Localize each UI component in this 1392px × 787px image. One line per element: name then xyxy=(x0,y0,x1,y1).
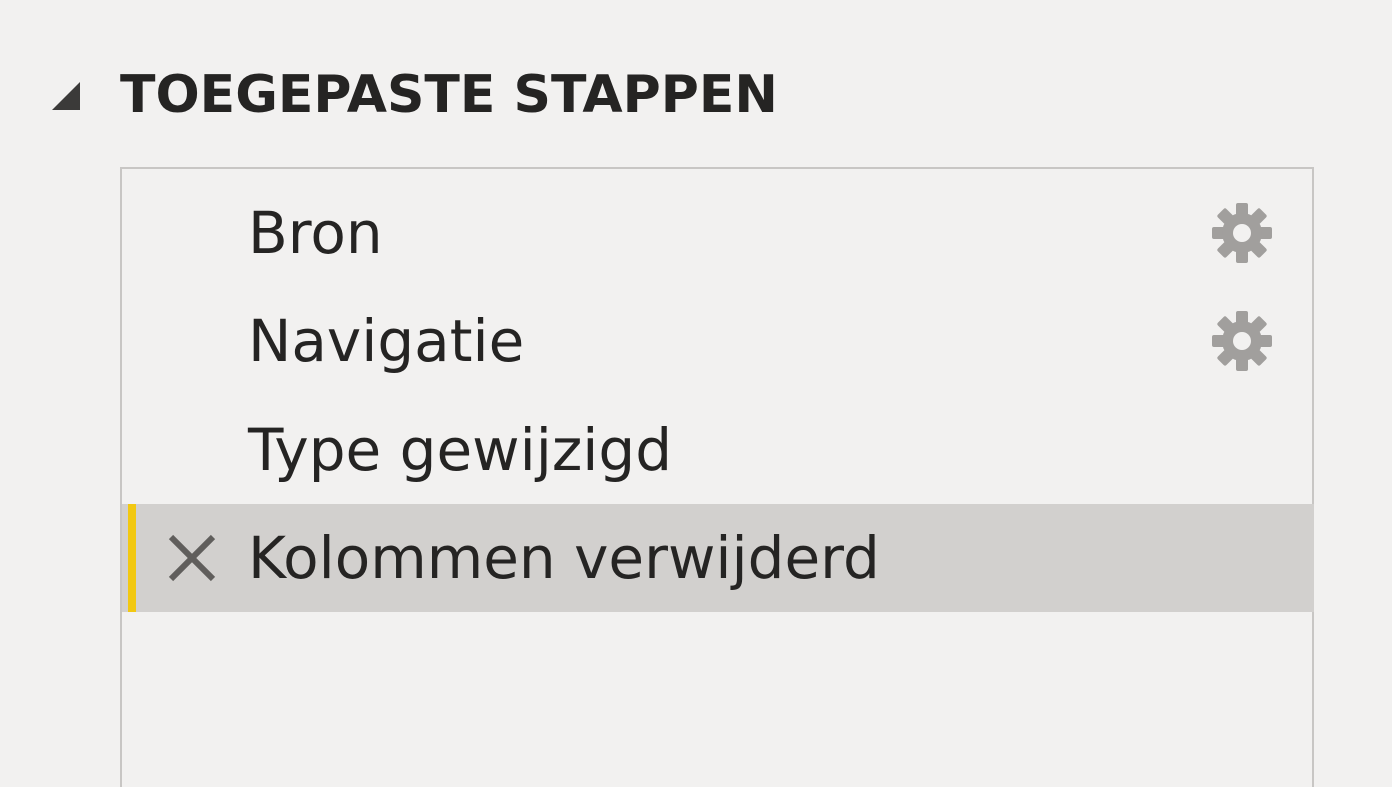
close-icon[interactable] xyxy=(162,528,222,588)
step-label: Kolommen verwijderd xyxy=(248,524,880,592)
step-item-kolommen-verwijderd[interactable]: Kolommen verwijderd xyxy=(122,504,1314,612)
step-item-navigatie[interactable]: Navigatie xyxy=(122,287,1314,395)
step-label: Bron xyxy=(248,199,383,267)
step-item-type-gewijzigd[interactable]: Type gewijzigd xyxy=(122,396,1314,504)
step-label: Type gewijzigd xyxy=(248,416,673,484)
gear-icon[interactable] xyxy=(1208,307,1276,375)
applied-steps-list: Bron Navigatie Type gewijzigd Kolommen v… xyxy=(120,167,1314,787)
step-label: Navigatie xyxy=(248,307,525,375)
gear-icon[interactable] xyxy=(1208,199,1276,267)
collapse-triangle-icon[interactable] xyxy=(46,76,84,114)
step-item-bron[interactable]: Bron xyxy=(122,179,1314,287)
applied-steps-header[interactable]: TOEGEPASTE STAPPEN xyxy=(46,60,778,130)
section-title: TOEGEPASTE STAPPEN xyxy=(120,65,778,125)
